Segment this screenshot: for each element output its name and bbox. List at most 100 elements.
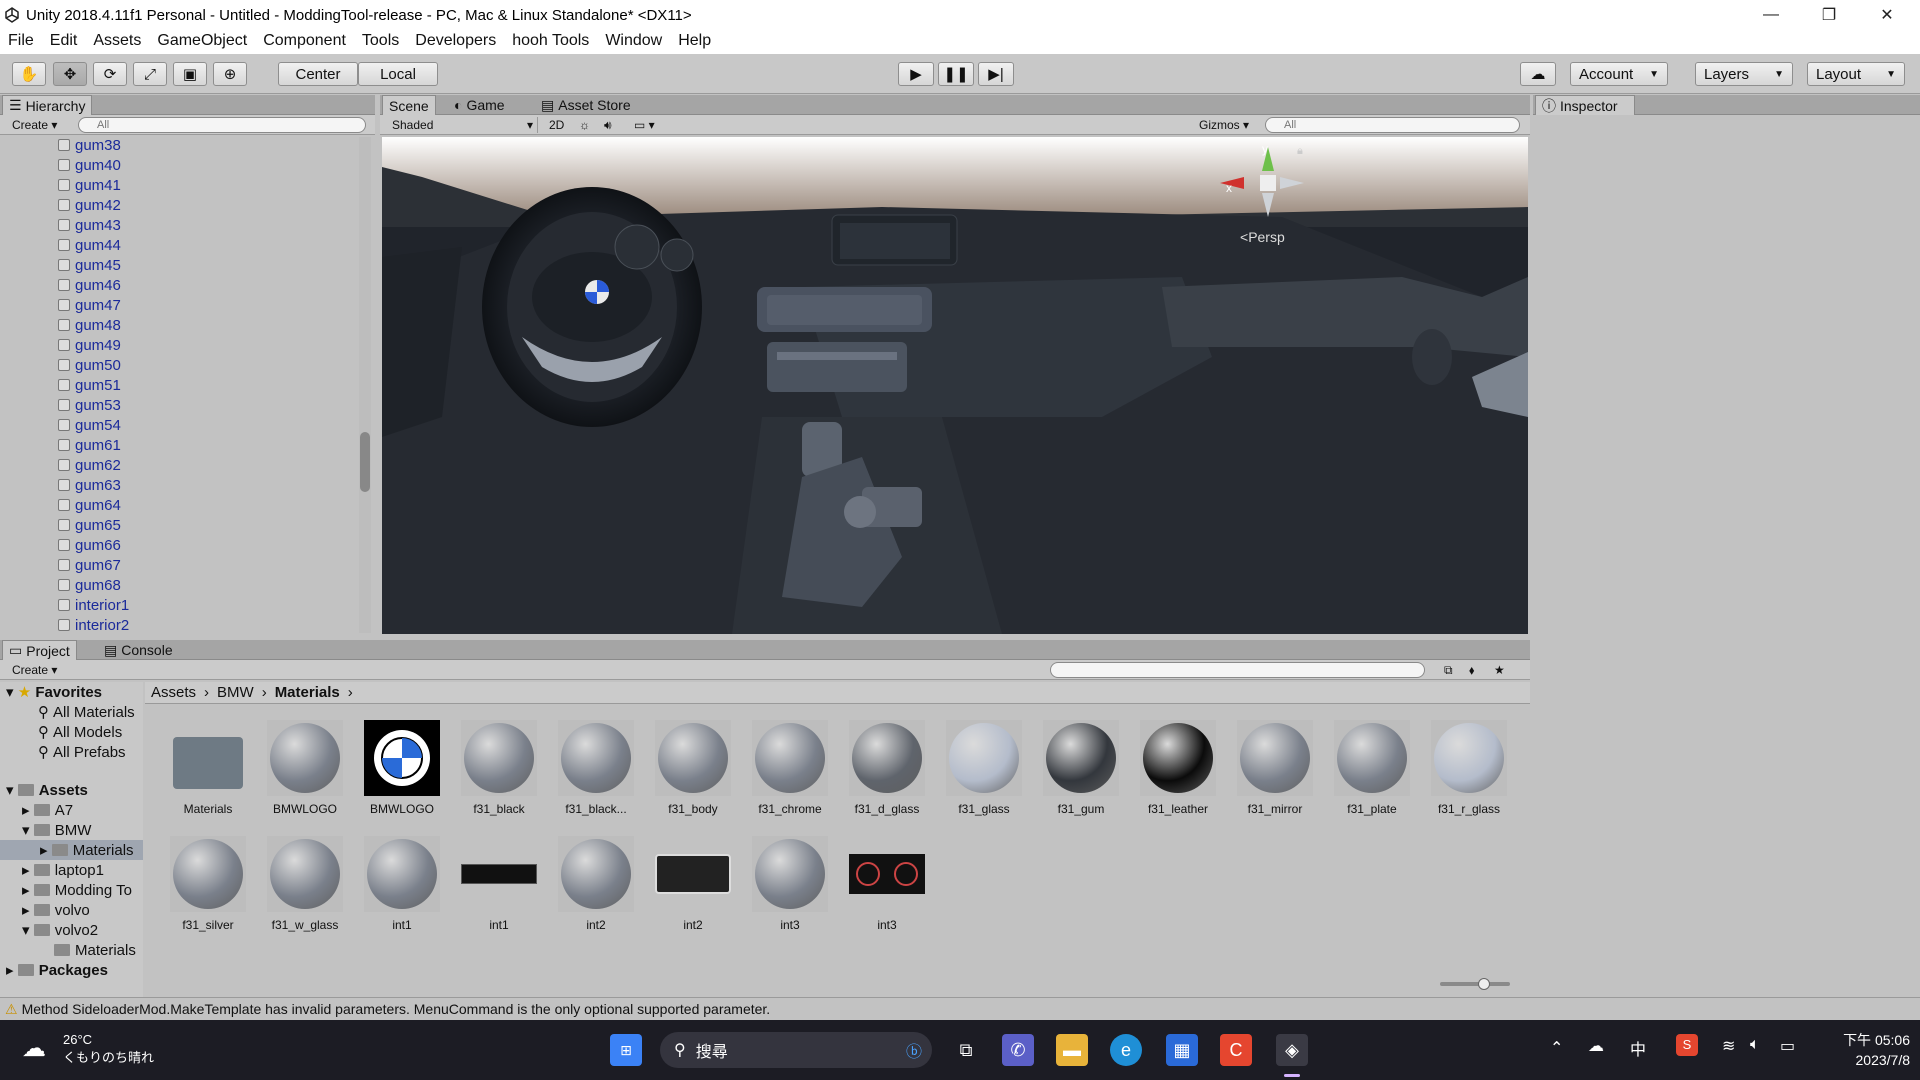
favorites-node[interactable]: ▾ ★ Favorites xyxy=(6,682,102,702)
layers-dropdown[interactable]: Layers ▼ xyxy=(1695,62,1793,86)
hierarchy-create-button[interactable]: Create ▾ xyxy=(8,117,61,133)
hierarchy-item[interactable]: gum48 xyxy=(58,315,121,335)
asset-item[interactable]: int1 xyxy=(357,836,447,932)
hierarchy-scrollbar[interactable] xyxy=(359,137,371,633)
assets-node[interactable]: ▾ Assets xyxy=(6,780,88,800)
persp-label[interactable]: <Persp xyxy=(1240,229,1285,245)
rotate-tool-button[interactable]: ⟳ xyxy=(93,62,127,86)
rect-tool-button[interactable]: ▣ xyxy=(173,62,207,86)
asset-item[interactable]: f31_leather xyxy=(1133,720,1223,816)
unity-taskbar-button[interactable]: ◈ xyxy=(1276,1034,1308,1066)
audio-toggle[interactable]: 🔊︎ xyxy=(600,117,616,133)
tab-project[interactable]: ▭ Project xyxy=(2,640,77,660)
status-bar[interactable]: ⚠ Method SideloaderMod.MakeTemplate has … xyxy=(0,997,1920,1020)
mode-2d-toggle[interactable]: 2D xyxy=(545,117,568,133)
asset-item[interactable]: int2 xyxy=(551,836,641,932)
filter-type-icon[interactable]: ⧉ xyxy=(1440,662,1457,678)
start-button[interactable]: ⊞ xyxy=(610,1034,642,1066)
modding-node[interactable]: ▸ Modding To xyxy=(22,880,143,900)
thumbnail-size-slider[interactable] xyxy=(1440,978,1510,990)
play-button[interactable]: ▶ xyxy=(898,62,934,86)
ime-indicator[interactable]: 中 xyxy=(1630,1036,1646,1060)
asset-item[interactable]: int3 xyxy=(842,836,932,932)
breadcrumb-bmw[interactable]: BMW xyxy=(217,684,254,701)
hierarchy-item[interactable]: gum54 xyxy=(58,415,121,435)
laptop1-node[interactable]: ▸ laptop1 xyxy=(22,860,104,880)
hierarchy-item[interactable]: gum68 xyxy=(58,575,121,595)
asset-item[interactable]: int1 xyxy=(454,836,544,932)
menu-assets[interactable]: Assets xyxy=(85,32,149,50)
tab-scene[interactable]: Scene xyxy=(382,95,436,115)
volume-icon[interactable]: 🔈︎ xyxy=(1750,1036,1760,1054)
filter-label-icon[interactable]: ⬧ xyxy=(1465,662,1478,678)
hierarchy-item[interactable]: gum64 xyxy=(58,495,121,515)
hierarchy-item[interactable]: gum47 xyxy=(58,295,121,315)
menu-component[interactable]: Component xyxy=(255,32,354,50)
hierarchy-item[interactable]: gum42 xyxy=(58,195,121,215)
volvo-node[interactable]: ▸ volvo xyxy=(22,900,90,920)
onedrive-icon[interactable]: ☁ xyxy=(1588,1036,1604,1056)
hand-tool-button[interactable]: ✋ xyxy=(12,62,46,86)
hierarchy-item[interactable]: gum49 xyxy=(58,335,121,355)
tab-console[interactable]: ▤ Console xyxy=(98,640,179,660)
asset-item[interactable]: f31_d_glass xyxy=(842,720,932,816)
breadcrumb-materials[interactable]: Materials xyxy=(275,684,340,701)
project-search-input[interactable] xyxy=(1050,662,1425,678)
menu-help[interactable]: Help xyxy=(670,32,719,50)
asset-item[interactable]: f31_silver xyxy=(163,836,253,932)
hierarchy-item[interactable]: gum67 xyxy=(58,555,121,575)
transform-tool-button[interactable]: ⊕ xyxy=(213,62,247,86)
minimize-button[interactable]: — xyxy=(1742,0,1800,30)
wifi-icon[interactable]: ≋ xyxy=(1722,1036,1735,1056)
scene-search-input[interactable]: All xyxy=(1265,117,1520,133)
step-button[interactable]: ▶| xyxy=(978,62,1014,86)
scrollbar-thumb[interactable] xyxy=(360,432,370,492)
hierarchy-item[interactable]: gum43 xyxy=(58,215,121,235)
asset-item[interactable]: BMWLOGO xyxy=(260,720,350,816)
hierarchy-item[interactable]: gum65 xyxy=(58,515,121,535)
hierarchy-item[interactable]: interior2 xyxy=(58,615,129,635)
a7-node[interactable]: ▸ A7 xyxy=(22,800,73,820)
taskbar-search[interactable]: ⚲ 搜尋 ⓑ xyxy=(660,1032,932,1068)
hierarchy-item[interactable]: gum51 xyxy=(58,375,121,395)
hierarchy-item[interactable]: gum50 xyxy=(58,355,121,375)
asset-item[interactable]: f31_chrome xyxy=(745,720,835,816)
fav-all-models[interactable]: ⚲ All Models xyxy=(38,722,122,742)
hierarchy-item[interactable]: gum66 xyxy=(58,535,121,555)
menu-edit[interactable]: Edit xyxy=(42,32,86,50)
bmw-node[interactable]: ▾ BMW xyxy=(22,820,91,840)
app-c-button[interactable]: C xyxy=(1220,1034,1252,1066)
hierarchy-item[interactable]: gum62 xyxy=(58,455,121,475)
asset-item[interactable]: f31_r_glass xyxy=(1424,720,1514,816)
hierarchy-item[interactable]: gum53 xyxy=(58,395,121,415)
fav-all-materials[interactable]: ⚲ All Materials xyxy=(38,702,135,722)
asset-item[interactable]: f31_mirror xyxy=(1230,720,1320,816)
teams-button[interactable]: ✆ xyxy=(1002,1034,1034,1066)
edge-button[interactable]: e xyxy=(1110,1034,1142,1066)
maximize-button[interactable]: ❐ xyxy=(1800,0,1858,30)
effects-dropdown[interactable]: ▭ ▾ xyxy=(630,117,659,133)
tab-asset-store[interactable]: ▤ Asset Store xyxy=(535,95,637,115)
tab-hierarchy[interactable]: ☰ Hierarchy xyxy=(2,95,93,115)
hierarchy-item[interactable]: gum46 xyxy=(58,275,121,295)
cloud-button[interactable]: ☁ xyxy=(1520,62,1556,86)
asset-item[interactable]: f31_glass xyxy=(939,720,1029,816)
menu-gameobject[interactable]: GameObject xyxy=(149,32,255,50)
shading-dropdown[interactable]: Shaded ▾ xyxy=(388,117,538,133)
menu-hooh-tools[interactable]: hooh Tools xyxy=(504,32,597,50)
scale-tool-button[interactable]: ⤢ xyxy=(133,62,167,86)
tab-inspector[interactable]: ⓘ Inspector xyxy=(1535,95,1635,115)
asset-item[interactable]: BMWLOGO xyxy=(357,720,447,816)
project-create-button[interactable]: Create ▾ xyxy=(8,662,61,678)
menu-file[interactable]: File xyxy=(0,32,42,50)
account-dropdown[interactable]: Account ▼ xyxy=(1570,62,1668,86)
hierarchy-item[interactable]: gum45 xyxy=(58,255,121,275)
scene-viewport[interactable]: y x 🔒︎ <Persp xyxy=(382,137,1528,634)
hierarchy-item[interactable]: gum63 xyxy=(58,475,121,495)
lighting-toggle[interactable]: ☼ xyxy=(575,117,594,133)
hierarchy-item[interactable]: gum61 xyxy=(58,435,121,455)
move-tool-button[interactable]: ✥ xyxy=(53,62,87,86)
asset-item[interactable]: f31_black... xyxy=(551,720,641,816)
tray-expand-icon[interactable]: ⌃ xyxy=(1550,1038,1563,1058)
star-icon[interactable]: ★ xyxy=(1490,662,1509,678)
